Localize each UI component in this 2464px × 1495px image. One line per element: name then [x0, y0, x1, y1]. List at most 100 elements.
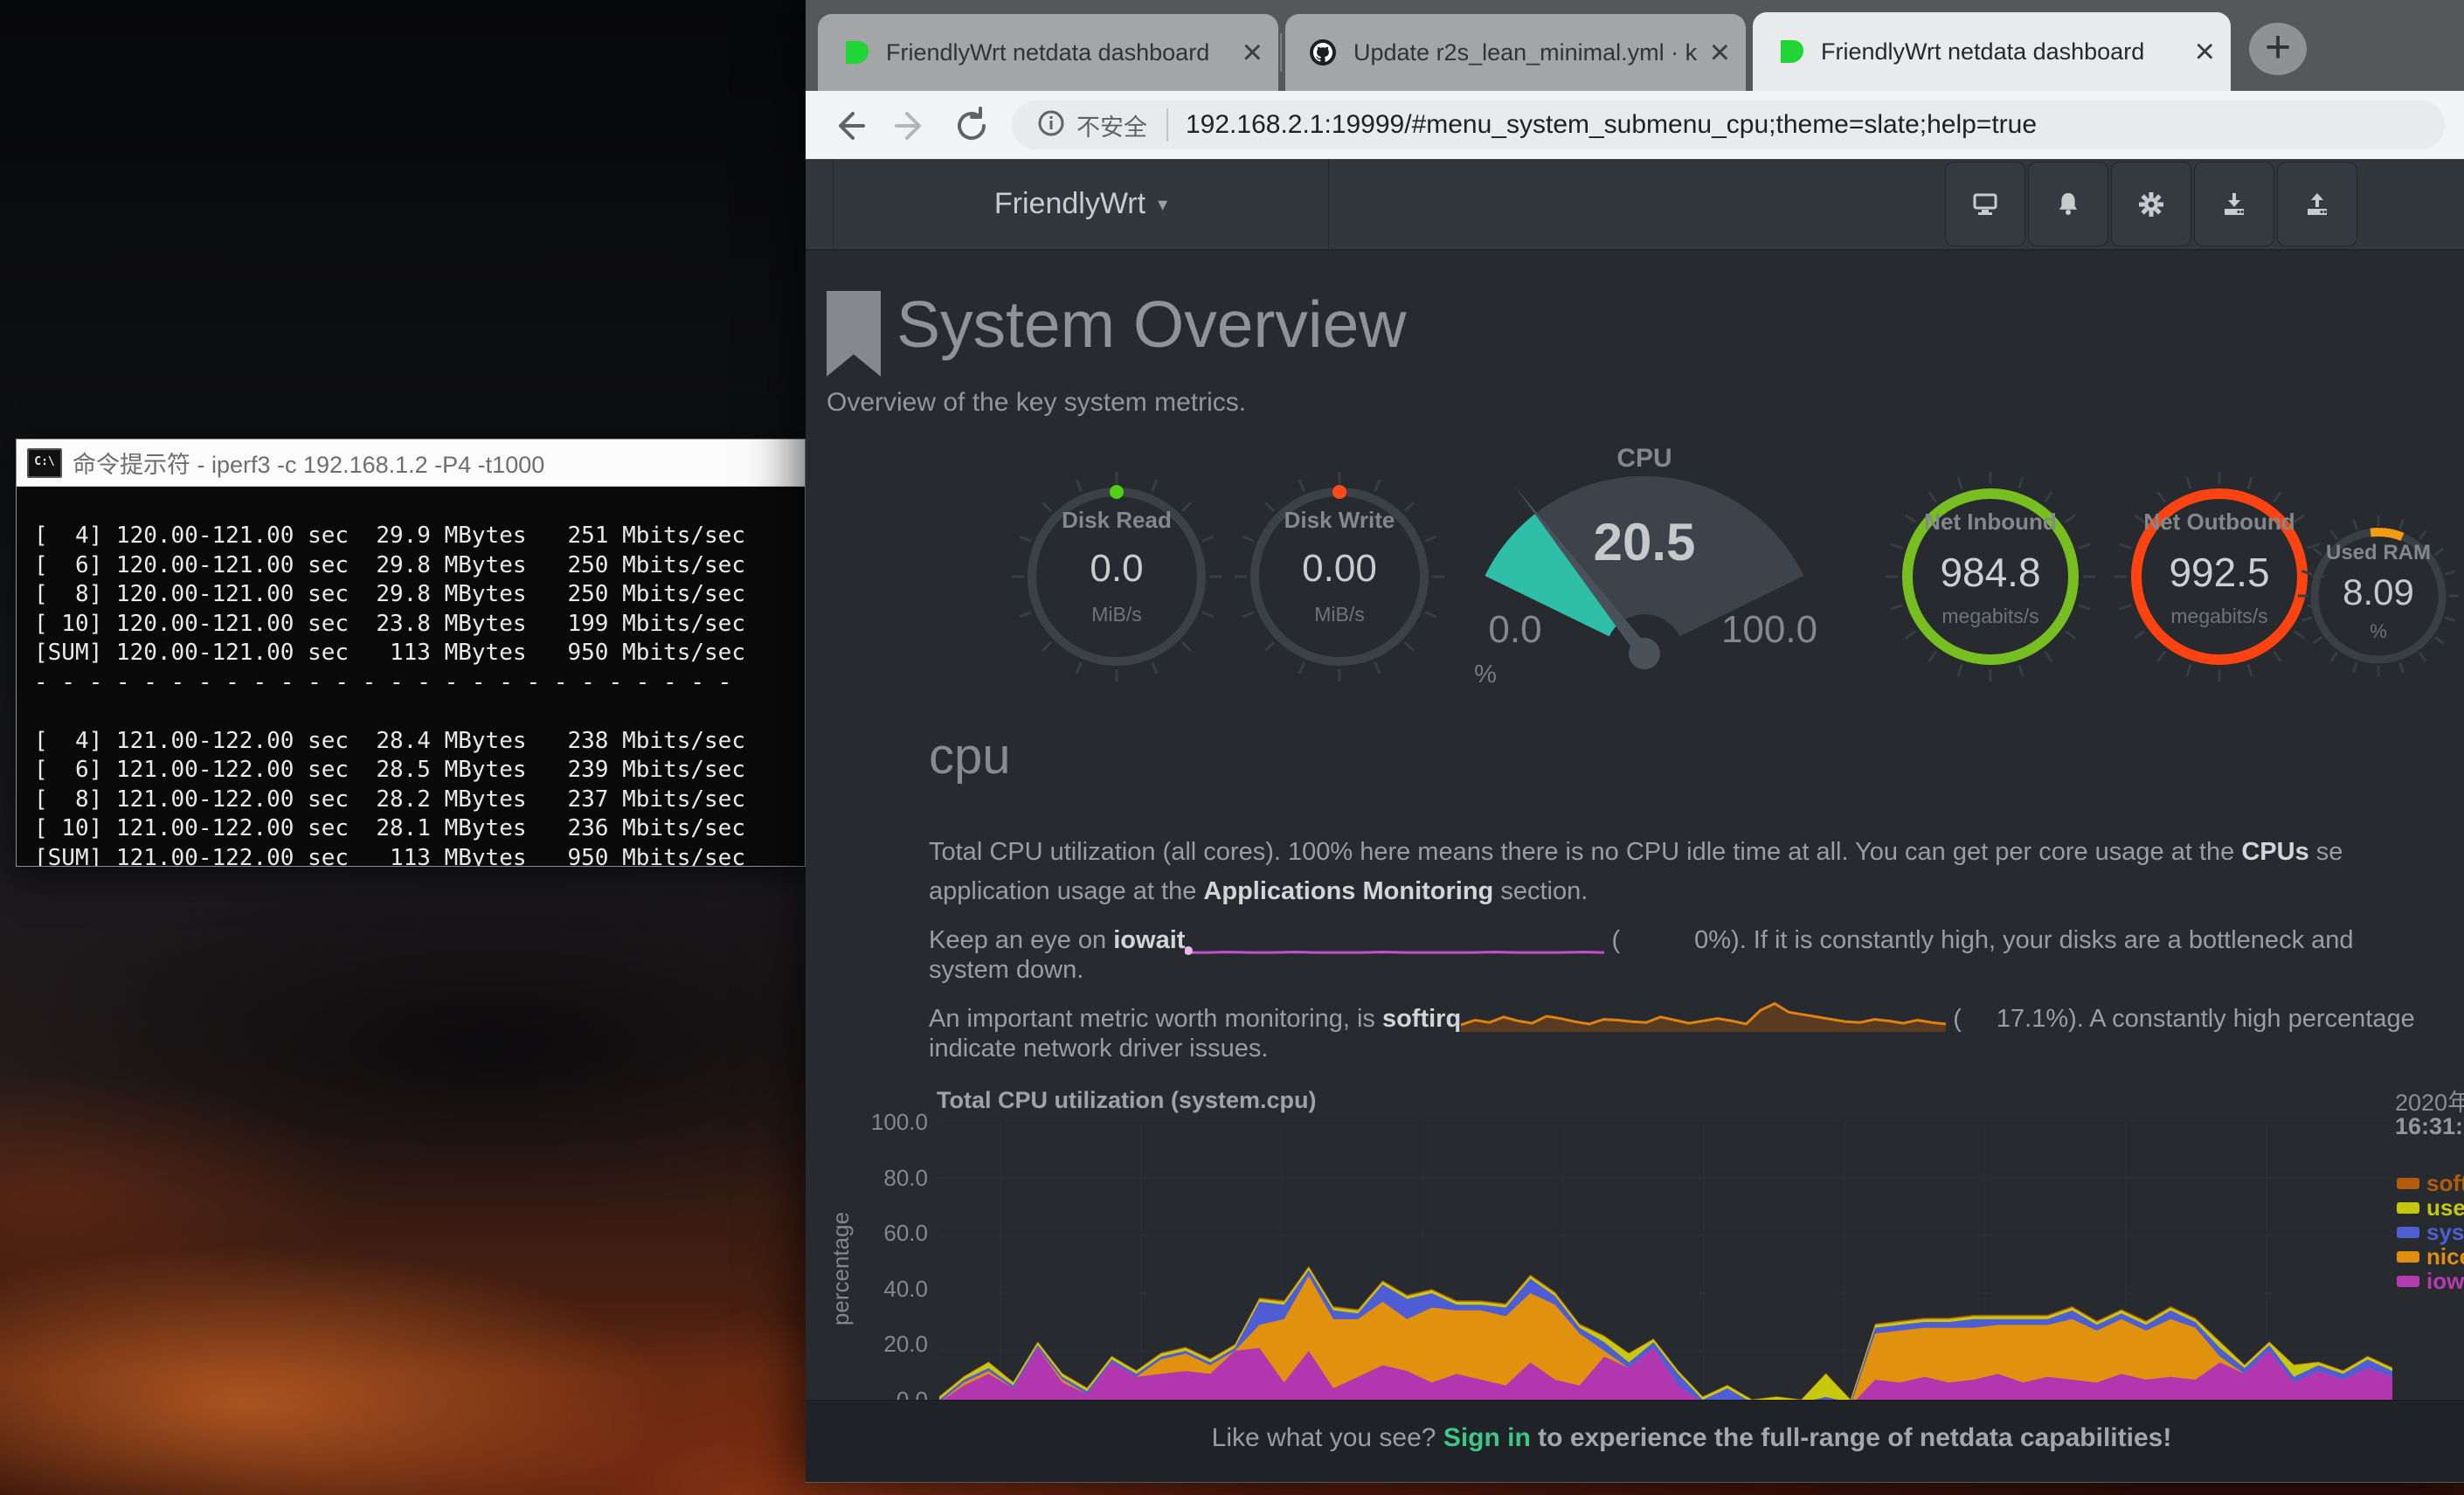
softirq-sparkline[interactable] [1461, 1005, 1946, 1033]
y-tick-100.0: 100.0 [823, 1109, 928, 1136]
paragraph-text: system down. [929, 956, 1083, 984]
banner-text-pre: Like what you see? [1212, 1423, 1443, 1452]
paragraph-line-2: Keep an eye on iowait (0%). If it is con… [929, 917, 2464, 957]
tab-strip: + FriendlyWrt netdata dashboard×Update r… [806, 0, 2464, 91]
legend-item-softirq[interactable]: softirq [2397, 1171, 2464, 1195]
bookmark-icon [827, 291, 881, 377]
chart-ylabel: percentage [827, 1181, 854, 1356]
forward-button[interactable] [889, 105, 931, 147]
tab-title: FriendlyWrt netdata dashboard [1821, 38, 2183, 66]
section-heading-cpu: cpu [929, 727, 1011, 786]
gauge-used-ram-label: Used RAM [2326, 541, 2431, 565]
sparkline [1185, 917, 1604, 957]
y-tick-60.0: 60.0 [823, 1220, 928, 1247]
netdata-icon [1775, 37, 1805, 66]
legend-item-iowait[interactable]: iowait [2397, 1269, 2464, 1293]
paragraph-line-3: system down. [929, 956, 2464, 996]
info-icon[interactable] [1036, 108, 1066, 142]
browser-toolbar: 不安全 192.168.2.1:19999/#menu_system_subme… [806, 91, 2464, 159]
legend-item-user[interactable]: user [2397, 1195, 2464, 1220]
gear-button[interactable] [2111, 162, 2191, 246]
gauge-net-inbound-unit: megabits/s [1941, 605, 2038, 628]
github-icon [1308, 38, 1338, 67]
chevron-down-icon: ▾ [1158, 193, 1167, 216]
browser-window: + FriendlyWrt netdata dashboard×Update r… [806, 0, 2464, 1483]
brand-menu[interactable]: FriendlyWrt ▾ [833, 159, 1329, 249]
paragraph-text: Keep an eye on [929, 926, 1113, 954]
paragraph-text: application usage at the [929, 877, 1203, 905]
new-tab-button[interactable]: + [2249, 23, 2307, 75]
legend-item-nice[interactable]: nice [2397, 1244, 2464, 1269]
paragraph-text: section. [1493, 877, 1588, 905]
gauge-disk-write-value: 0.00 [1302, 547, 1377, 591]
bell-button[interactable] [2028, 162, 2108, 246]
paragraph-line-4: An important metric worth monitoring, is… [929, 995, 2464, 1035]
close-icon[interactable]: × [2195, 37, 2215, 66]
netdata-navbar: FriendlyWrt ▾ [806, 159, 2464, 251]
browser-tab-2[interactable]: FriendlyWrt netdata dashboard × [1753, 12, 2231, 91]
signin-banner: Like what you see? Sign in to experience… [806, 1400, 2464, 1482]
bell-icon [2053, 190, 2083, 219]
gauge-cpu-max: 100.0 [1721, 608, 1817, 652]
gauge-cpu-unit: % [1474, 661, 1497, 689]
term-highlight: softirq [1382, 1005, 1461, 1033]
sparkline [1461, 995, 1946, 1035]
gauge-cpu-value: 20.5 [1594, 512, 1696, 572]
legend-item-system[interactable]: system [2397, 1220, 2464, 1244]
banner-text-post: to experience the full-range of netdata … [1531, 1423, 2172, 1452]
gauge-net-outbound-unit: megabits/s [2170, 605, 2267, 628]
legend-label: user [2426, 1194, 2464, 1222]
legend-swatch [2397, 1251, 2419, 1263]
tab-title: Update r2s_lean_minimal.yml · k [1353, 39, 1698, 66]
security-label[interactable]: 不安全 [1076, 108, 1147, 142]
import-icon [2219, 190, 2249, 219]
paragraph-text: Total CPU utilization (all cores). 100% … [929, 838, 2241, 866]
legend-label: system [2426, 1219, 2464, 1246]
cpu-chart-svg [939, 1120, 2392, 1408]
export-icon [2302, 190, 2332, 219]
back-button[interactable] [828, 105, 870, 147]
legend-swatch [2397, 1202, 2419, 1214]
export-button[interactable] [2277, 162, 2357, 246]
browser-tab-0[interactable]: FriendlyWrt netdata dashboard× [818, 14, 1278, 91]
legend-label: softirq [2426, 1171, 2464, 1197]
terminal-window[interactable]: C:\ 命令提示符 - iperf3 -c 192.168.1.2 -P4 -t… [16, 439, 806, 867]
gauge-cpu[interactable] [1439, 447, 1850, 744]
gauge-net-outbound-label: Net Outbound [2143, 509, 2294, 536]
gauge-disk-write-unit: MiB/s [1314, 603, 1365, 626]
paragraph-text: se [2309, 838, 2343, 866]
paragraph-line-0: Total CPU utilization (all cores). 100% … [929, 838, 2464, 878]
gauge-used-ram-unit: % [2370, 620, 2387, 643]
gauge-net-inbound-label: Net Inbound [1924, 509, 2057, 536]
paragraph-text: ( [1946, 1005, 1962, 1033]
terminal-body[interactable]: [ 4] 120.00-121.00 sec 29.9 MBytes 251 M… [17, 487, 805, 866]
page-title: System Overview [896, 287, 1406, 362]
import-button[interactable] [2194, 162, 2274, 246]
sign-in-link[interactable]: Sign in [1443, 1423, 1531, 1452]
page-subtitle: Overview of the key system metrics. [827, 388, 1246, 418]
paragraph-text: 17.1%). A constantly high percentage [1997, 1005, 2415, 1033]
chart-legend[interactable]: softirqusersystemniceiowait [2397, 1171, 2464, 1293]
legend-swatch [2397, 1276, 2419, 1287]
address-bar[interactable]: 不安全 192.168.2.1:19999/#menu_system_subme… [1012, 100, 2445, 149]
terminal-titlebar[interactable]: C:\ 命令提示符 - iperf3 -c 192.168.1.2 -P4 -t… [17, 440, 805, 487]
gauge-cpu-min: 0.0 [1488, 608, 1541, 652]
browser-tab-1[interactable]: Update r2s_lean_minimal.yml · k × [1285, 14, 1746, 91]
term-highlight: CPUs [2241, 838, 2308, 866]
monitor-button[interactable] [1945, 162, 2025, 246]
omnibox-divider [1166, 108, 1168, 142]
url-text[interactable]: 192.168.2.1:19999/#menu_system_submenu_c… [1186, 110, 2037, 140]
close-icon[interactable]: × [1242, 38, 1263, 67]
legend-swatch [2397, 1227, 2419, 1238]
close-icon[interactable]: × [1710, 38, 1730, 67]
gauge-cpu-label: CPU [1616, 444, 1672, 474]
tab-separator [1280, 33, 1282, 72]
cpu-chart[interactable] [939, 1120, 2392, 1408]
y-tick-40.0: 40.0 [823, 1276, 928, 1303]
term-highlight: iowait [1113, 926, 1185, 954]
iowait-sparkline[interactable] [1185, 926, 1604, 954]
paragraph-line-1: application usage at the Applications Mo… [929, 877, 2464, 917]
reload-button[interactable] [951, 105, 993, 147]
brand-label: FriendlyWrt [994, 187, 1145, 221]
legend-label: nice [2426, 1243, 2464, 1270]
